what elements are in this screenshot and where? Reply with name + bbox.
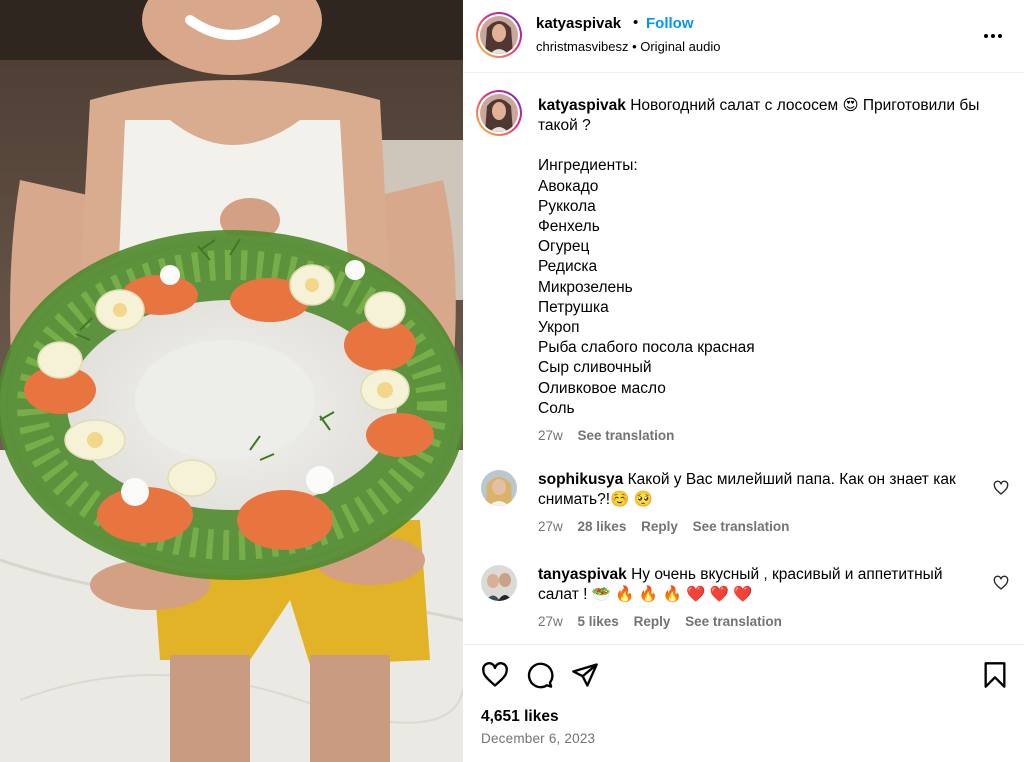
see-translation-link[interactable]: See translation — [685, 614, 782, 629]
comment-username[interactable]: tanyaspivak — [538, 566, 627, 583]
see-translation-link[interactable]: See translation — [578, 428, 675, 443]
caption-age: 27w — [538, 428, 563, 444]
comments-section[interactable]: katyaspivak Новогодний салат с лососем 😍… — [463, 74, 1024, 644]
likes-count[interactable]: 4,651 likes — [481, 708, 559, 726]
reply-button[interactable]: Reply — [641, 519, 678, 534]
more-horizontal-icon[interactable] — [981, 24, 1005, 48]
caption-avatar[interactable] — [476, 90, 522, 136]
post-header: katyaspivak • Follow christmasvibesz • O… — [463, 0, 1024, 73]
author-avatar[interactable] — [476, 12, 522, 58]
caption-meta: 27w See translation — [538, 426, 1008, 446]
comment-meta: 27w 5 likes Reply See translation — [538, 612, 983, 632]
heart-icon[interactable] — [993, 575, 1009, 591]
comment-icon[interactable] — [526, 661, 554, 689]
post-panel: katyaspivak • Follow christmasvibesz • O… — [463, 0, 1024, 762]
list-item: Микрозелень — [538, 278, 633, 296]
audio-info[interactable]: christmasvibesz • Original audio — [536, 39, 720, 54]
ingredients-heading: Ингредиенты: — [538, 157, 638, 175]
salad-photo — [0, 0, 463, 762]
separator-dot: • — [633, 14, 639, 31]
post-media[interactable] — [0, 0, 463, 762]
comment-age: 27w — [538, 614, 563, 630]
list-item: Соль — [538, 399, 575, 417]
list-item: Сыр сливочный — [538, 359, 652, 377]
comment-age: 27w — [538, 519, 563, 535]
bookmark-icon[interactable] — [981, 661, 1009, 689]
caption-text-block: katyaspivak Новогодний салат с лососем 😍… — [538, 96, 1008, 446]
caption-username[interactable]: katyaspivak — [538, 97, 626, 114]
list-item: Огурец — [538, 238, 590, 256]
follow-button[interactable]: Follow — [646, 15, 694, 32]
list-item: Редиска — [538, 258, 598, 276]
list-item: Рыба слабого посола красная — [538, 339, 755, 357]
share-icon[interactable] — [571, 661, 599, 689]
list-item: Оливковое масло — [538, 379, 666, 397]
author-username[interactable]: katyaspivak — [536, 15, 621, 32]
comment-meta: 27w 28 likes Reply See translation — [538, 517, 983, 537]
see-translation-link[interactable]: See translation — [693, 519, 790, 534]
post-actions: 4,651 likes December 6, 2023 — [463, 644, 1024, 762]
ingredients-list: Ингредиенты: Авокадо Руккола Фенхель Огу… — [538, 156, 1008, 419]
list-item: Петрушка — [538, 298, 609, 316]
commenter-avatar[interactable] — [481, 565, 517, 601]
list-item: Руккола — [538, 197, 596, 215]
reply-button[interactable]: Reply — [634, 614, 671, 629]
heart-icon[interactable] — [481, 661, 509, 689]
comment-likes[interactable]: 28 likes — [578, 519, 627, 534]
list-item: Авокадо — [538, 177, 599, 195]
comment-likes[interactable]: 5 likes — [578, 614, 619, 629]
commenter-avatar[interactable] — [481, 470, 517, 506]
list-item: Фенхель — [538, 218, 600, 236]
comment-username[interactable]: sophikusya — [538, 471, 623, 488]
heart-icon[interactable] — [993, 480, 1009, 496]
comment-body: sophikusya Какой у Вас милейший папа. Ка… — [538, 470, 983, 538]
list-item: Укроп — [538, 319, 580, 337]
comment-body: tanyaspivak Ну очень вкусный , красивый … — [538, 565, 983, 633]
post-date: December 6, 2023 — [481, 731, 596, 746]
